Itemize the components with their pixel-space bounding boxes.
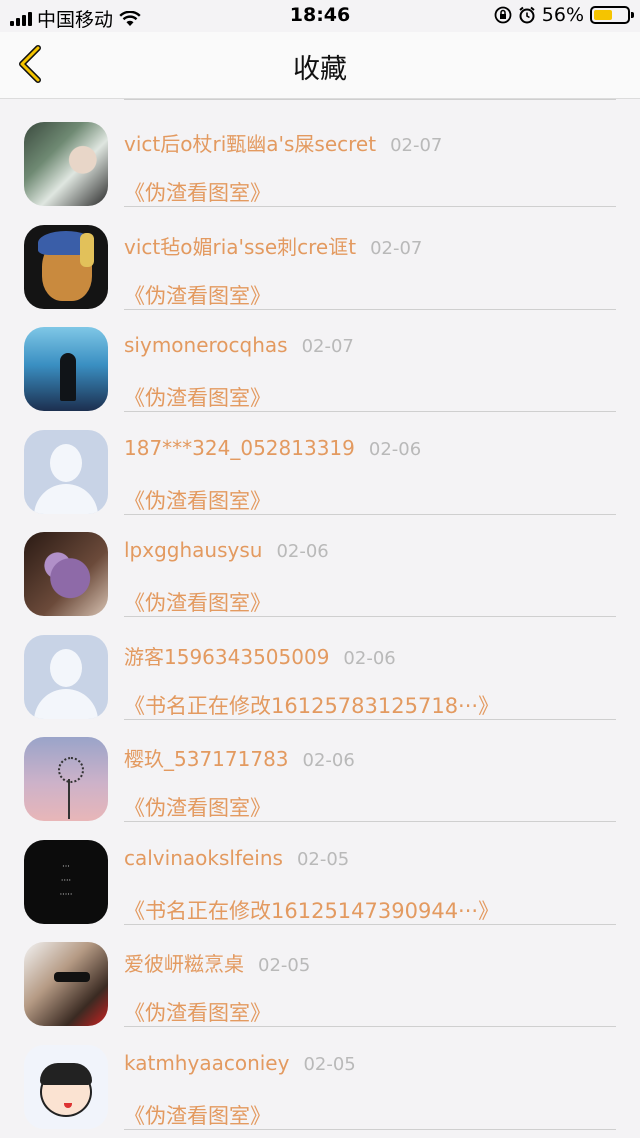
favorite-date: 02-05 (258, 955, 311, 976)
status-bar: 中国移动 18:46 56% (0, 0, 640, 32)
list-item[interactable]: 樱玖_537171783 02-06 《伪渣看图室》 (0, 714, 640, 822)
row-divider (124, 1128, 616, 1130)
user-name[interactable]: 游客1596343505009 02-06 (124, 641, 396, 670)
favorite-date: 02-07 (301, 336, 354, 357)
user-name[interactable]: katmhyaaconiey 02-05 (124, 1051, 356, 1075)
user-name[interactable]: vict毡o媚ria'sse刺cre诓t 02-07 (124, 231, 422, 260)
list-item[interactable]: 187***324_052813319 02-06 《伪渣看图室》 (0, 407, 640, 515)
avatar[interactable] (24, 122, 108, 206)
favorite-date: 02-06 (343, 647, 396, 669)
battery-percent: 56% (541, 4, 584, 26)
favorite-date: 02-06 (368, 438, 422, 460)
favorite-date: 02-07 (390, 135, 443, 156)
list-item[interactable]: siymonerocqhas 02-07 《伪渣看图室》 (0, 304, 640, 412)
favorite-date: 02-05 (296, 848, 350, 870)
user-name[interactable]: 187***324_052813319 02-06 (124, 436, 421, 460)
user-name[interactable]: siymonerocqhas 02-07 (124, 333, 354, 357)
user-name[interactable]: lpxgghausysu 02-06 (124, 538, 329, 562)
book-title-link[interactable]: 《伪渣看图室》 (124, 1100, 271, 1130)
avatar[interactable] (24, 224, 108, 309)
alarm-icon (519, 6, 535, 24)
user-name[interactable]: 爱彼岍糍烹桌 02-05 (124, 948, 310, 977)
list-item[interactable]: ··· ···· ····· calvinaokslfeins 02-05 《书名正在修改… (0, 817, 640, 925)
list-item[interactable]: 游客1596343505009 02-06 《书名正在修改1612578312571… (0, 612, 640, 720)
battery-icon (590, 6, 634, 24)
user-name[interactable]: calvinaokslfeins 02-05 (124, 846, 349, 870)
user-name[interactable]: 樱玖_537171783 02-06 (124, 743, 355, 772)
nav-bar: 收藏 (0, 32, 640, 99)
list-item[interactable]: 爱彼岍糍烹桌 02-05 《伪渣看图室》 (0, 919, 640, 1027)
list-item[interactable]: vict后o杖ri甄幽a's屎secret 02-07 《伪渣看图室》 (0, 99, 640, 207)
page-title: 收藏 (293, 54, 347, 85)
avatar[interactable] (24, 634, 108, 719)
favorite-date: 02-05 (303, 1053, 356, 1075)
list-item[interactable]: lpxgghausysu 02-06 《伪渣看图室》 (0, 509, 640, 617)
favorite-date: 02-06 (302, 750, 355, 771)
list-item[interactable]: katmhyaaconiey 02-05 《伪渣看图室》 (0, 1022, 640, 1130)
avatar[interactable] (24, 737, 108, 821)
favorites-list: vict后o杖ri甄幽a's屎secret 02-07 《伪渣看图室》 vict毡o媚… (0, 99, 640, 1138)
orientation-lock-icon (494, 6, 512, 24)
avatar[interactable] (24, 1044, 108, 1129)
favorite-date: 02-07 (370, 237, 423, 259)
avatar[interactable] (24, 532, 108, 616)
avatar[interactable] (24, 429, 108, 514)
favorite-date: 02-06 (276, 541, 329, 562)
avatar[interactable] (24, 327, 108, 411)
user-name[interactable]: vict后o杖ri甄幽a's屎secret 02-07 (124, 128, 442, 157)
avatar[interactable]: ··· ···· ····· (24, 839, 108, 924)
list-item[interactable]: vict毡o媚ria'sse刺cre诓t 02-07 《伪渣看图室》 (0, 202, 640, 310)
avatar[interactable] (24, 942, 108, 1026)
